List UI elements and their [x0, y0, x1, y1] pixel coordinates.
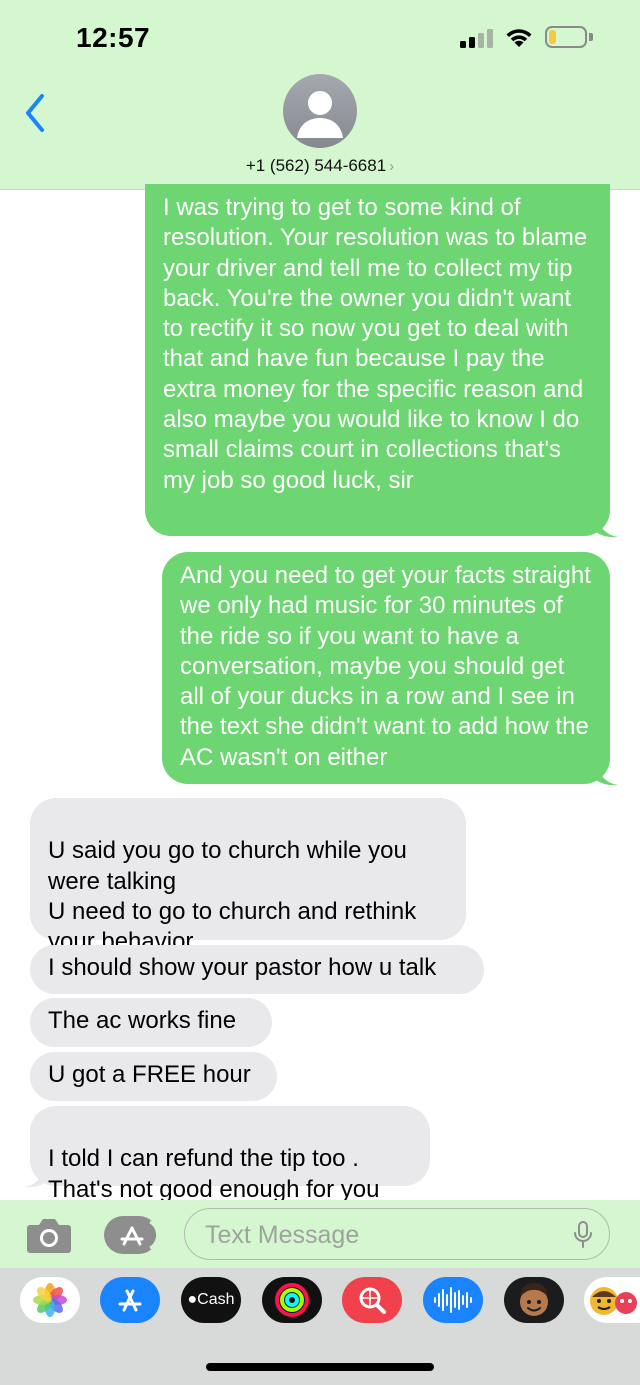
cellular-signal-icon — [460, 28, 494, 48]
status-time: 12:57 — [76, 22, 151, 53]
message-bubble-received[interactable]: The ac works fine — [30, 998, 272, 1047]
message-text: I should show your pastor how u talk — [48, 954, 437, 981]
contact-name: +1 (562) 544-6681 — [245, 156, 387, 175]
message-bubble-received[interactable]: I told I can refund the tip too . That's… — [30, 1106, 430, 1203]
app-store-icon[interactable] — [100, 1277, 160, 1323]
message-bubble-received[interactable]: U got a FREE hour — [30, 1052, 277, 1101]
audio-message-icon[interactable] — [423, 1277, 483, 1323]
back-chevron-icon[interactable] — [22, 92, 48, 134]
chevron-right-icon: › — [389, 158, 395, 175]
message-bubble-sent[interactable]: And you need to get your facts straight … — [162, 552, 610, 784]
memoji-icon[interactable] — [504, 1277, 564, 1323]
wifi-icon — [506, 29, 532, 47]
apple-cash-label: Cash — [197, 1291, 235, 1308]
message-bubble-received[interactable]: U said you go to church while you were t… — [30, 798, 466, 955]
contact-avatar[interactable] — [283, 74, 357, 148]
microphone-icon[interactable] — [573, 1221, 593, 1249]
person-silhouette-icon — [297, 91, 343, 138]
animoji-icon[interactable] — [584, 1277, 640, 1323]
message-text: I was trying to get to some kind of reso… — [163, 194, 588, 494]
contact-name-row[interactable]: +1 (562) 544-6681 › — [0, 156, 640, 176]
message-input-placeholder: Text Message — [205, 1221, 360, 1249]
battery-cap — [589, 33, 593, 41]
activity-icon[interactable] — [262, 1277, 322, 1323]
home-indicator[interactable] — [206, 1363, 434, 1371]
web-search-icon[interactable] — [342, 1277, 402, 1323]
photos-icon[interactable] — [20, 1277, 80, 1323]
battery-level — [549, 30, 557, 44]
camera-icon[interactable] — [26, 1216, 72, 1254]
app-store-button[interactable] — [104, 1216, 159, 1254]
battery-icon — [545, 26, 587, 48]
bubble-tail — [596, 760, 618, 786]
message-bubble-received[interactable]: I should show your pastor how u talk — [30, 945, 484, 994]
message-text: U said you go to church while you were t… — [48, 837, 417, 956]
bubble-tail — [24, 1162, 46, 1188]
message-input[interactable]: Text Message — [184, 1208, 610, 1260]
message-text: I told I can refund the tip too . That's… — [48, 1145, 380, 1203]
message-bubble-sent[interactable]: I was trying to get to some kind of reso… — [145, 184, 610, 536]
message-text: And you need to get your facts straight … — [180, 562, 591, 771]
message-text: The ac works fine — [48, 1007, 237, 1034]
bubble-tail — [596, 512, 618, 538]
app-store-glyph-icon — [120, 1220, 159, 1250]
apple-cash-icon[interactable]: ●Cash — [181, 1277, 241, 1323]
message-text: U got a FREE hour — [48, 1061, 251, 1088]
